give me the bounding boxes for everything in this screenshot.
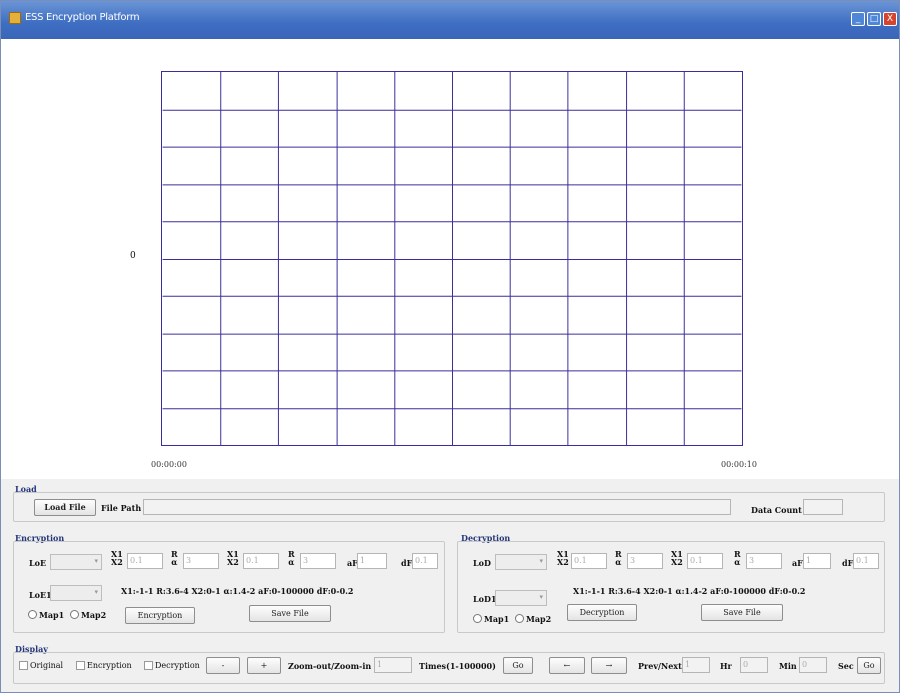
lod1-select[interactable]	[495, 590, 547, 606]
dec-x2-label-a: X2	[557, 557, 569, 567]
window-title: ESS Encryption Platform	[25, 12, 140, 23]
main-window: ESS Encryption Platform _ □ X 0 00:00:00…	[0, 0, 900, 693]
enc-x1x2-label-a: X1 X2	[111, 550, 123, 566]
dec-x1x2-label-b: X1 X2	[671, 550, 683, 566]
dec-r-alpha-input-a[interactable]: 3	[627, 553, 663, 569]
dec-map1-radio[interactable]	[473, 614, 482, 623]
title-bar[interactable]: ESS Encryption Platform _ □ X	[1, 1, 899, 39]
dec-x1x2-label-a: X1 X2	[557, 550, 569, 566]
enc-alpha-label-b: α	[288, 557, 295, 567]
minimize-button[interactable]: _	[851, 12, 865, 26]
prevnext-label: Prev/Next	[638, 661, 682, 671]
enc-r-alpha-label-b: Rα	[288, 550, 295, 566]
data-count-input[interactable]	[803, 499, 843, 515]
dec-df-input[interactable]: 0.1	[853, 553, 879, 569]
enc-x2-label-a: X2	[111, 557, 123, 567]
minute-input[interactable]: 0	[799, 657, 827, 673]
zoom-go-button[interactable]: Go	[503, 657, 533, 674]
close-button[interactable]: X	[883, 12, 897, 26]
enc-x1x2-input-b[interactable]: 0.1	[243, 553, 279, 569]
enc-alpha-label-a: α	[171, 557, 178, 567]
enc-map1-label: Map1	[39, 610, 65, 620]
enc-x1x2-input-a[interactable]: 0.1	[127, 553, 163, 569]
dec-r-alpha-input-b[interactable]: 3	[746, 553, 782, 569]
enc-map2-label: Map2	[81, 610, 107, 620]
dec-x1x2-input-a[interactable]: 0.1	[571, 553, 607, 569]
zoom-label: Zoom-out/Zoom-in	[288, 661, 372, 671]
zoom-in-button[interactable]: +	[247, 657, 281, 674]
lod-select[interactable]	[495, 554, 547, 570]
original-label: Original	[30, 661, 64, 670]
load-file-button[interactable]: Load File	[34, 499, 96, 516]
next-button[interactable]: →	[591, 657, 627, 674]
plot-grid	[161, 71, 743, 446]
dec-x1x2-input-b[interactable]: 0.1	[687, 553, 723, 569]
second-label: Sec	[838, 661, 854, 671]
enc-ranges-text: X1:-1-1 R:3.6-4 X2:0-1 α:1.4-2 aF:0-1000…	[121, 586, 354, 596]
y-axis-label: 0	[130, 251, 136, 261]
dec-r-alpha-label-b: Rα	[734, 550, 741, 566]
dec-df-label: dF	[842, 558, 854, 568]
x-axis-start-label: 00:00:00	[151, 460, 187, 469]
file-path-label: File Path	[101, 503, 142, 513]
time-go-button[interactable]: Go	[857, 657, 881, 674]
times-label: Times(1-100000)	[419, 661, 496, 671]
enc-x1x2-label-b: X1 X2	[227, 550, 239, 566]
zoom-out-button[interactable]: -	[206, 657, 240, 674]
zoom-input[interactable]: 1	[374, 657, 412, 673]
data-count-label: Data Count	[751, 505, 802, 515]
hour-label: Hr	[720, 661, 732, 671]
original-checkbox[interactable]	[19, 661, 28, 670]
maximize-button[interactable]: □	[867, 12, 881, 26]
lod1-label: LoD1	[473, 594, 497, 604]
dec-r-alpha-label-a: Rα	[615, 550, 622, 566]
x-axis-end-label: 00:00:10	[721, 460, 757, 469]
enc-r-alpha-input-b[interactable]: 3	[300, 553, 336, 569]
dec-af-label: aF	[792, 558, 803, 568]
app-icon	[9, 12, 21, 24]
dec-save-file-button[interactable]: Save File	[701, 604, 783, 621]
enc-map1-radio[interactable]	[28, 610, 37, 619]
decryption-checkbox[interactable]	[144, 661, 153, 670]
dec-map2-label: Map2	[526, 614, 552, 624]
minute-label: Min	[779, 661, 797, 671]
enc-map2-radio[interactable]	[70, 610, 79, 619]
enc-save-file-button[interactable]: Save File	[249, 605, 331, 622]
dec-alpha-label-a: α	[615, 557, 622, 567]
dec-map2-radio[interactable]	[515, 614, 524, 623]
close-icon: X	[886, 14, 894, 24]
prev-button[interactable]: ←	[549, 657, 585, 674]
enc-r-alpha-input-a[interactable]: 3	[183, 553, 219, 569]
dec-ranges-text: X1:-1-1 R:3.6-4 X2:0-1 α:1.4-2 aF:0-1000…	[573, 586, 806, 596]
loe-select[interactable]	[50, 554, 102, 570]
minimize-icon: _	[855, 14, 861, 24]
enc-af-input[interactable]: 1	[357, 553, 387, 569]
file-path-input[interactable]	[143, 499, 731, 515]
encryption-checkbox[interactable]	[76, 661, 85, 670]
enc-r-alpha-label-a: Rα	[171, 550, 178, 566]
dec-x2-label-b: X2	[671, 557, 683, 567]
dec-af-input[interactable]: 1	[803, 553, 831, 569]
hour-input[interactable]: 0	[740, 657, 768, 673]
decryption-button[interactable]: Decryption	[567, 604, 637, 621]
encryption-button[interactable]: Encryption	[125, 607, 195, 624]
loe-label: LoE	[29, 558, 47, 568]
enc-df-label: dF	[401, 558, 413, 568]
encryption-check-label: Encryption	[87, 661, 132, 670]
lod-label: LoD	[473, 558, 491, 568]
enc-x2-label-b: X2	[227, 557, 239, 567]
loe1-label: LoE1	[29, 590, 52, 600]
dec-map1-label: Map1	[484, 614, 510, 624]
decryption-check-label: Decryption	[155, 661, 200, 670]
dec-alpha-label-b: α	[734, 557, 741, 567]
enc-df-input[interactable]: 0.1	[412, 553, 438, 569]
maximize-icon: □	[869, 14, 879, 24]
loe1-select[interactable]	[50, 585, 102, 601]
prevnext-input[interactable]: 1	[682, 657, 710, 673]
